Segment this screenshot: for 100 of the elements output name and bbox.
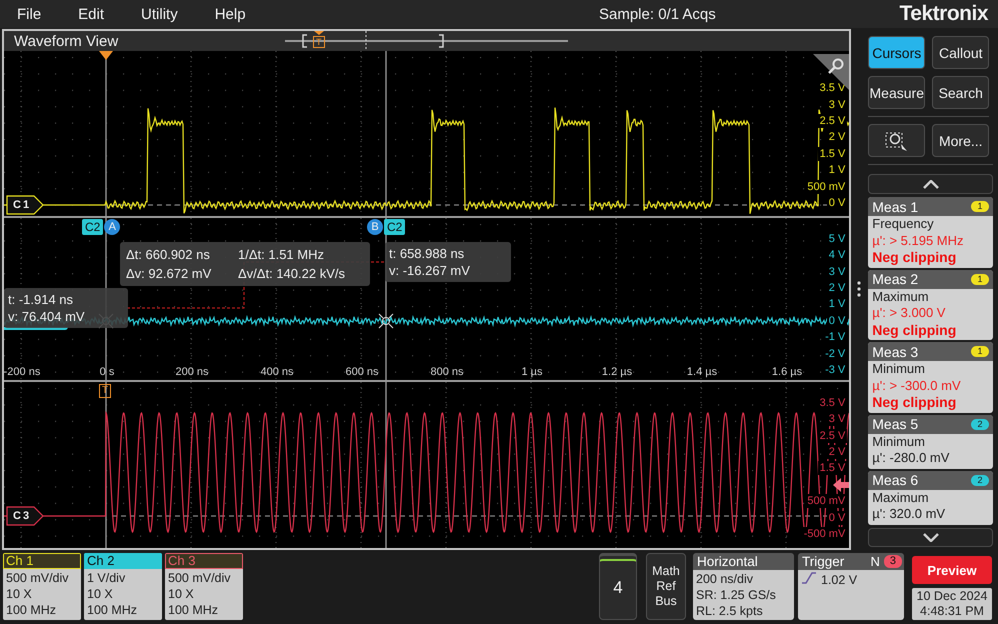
delta-readout: Δt: 660.902 ns bbox=[126, 246, 211, 263]
channel-setting: 10 X bbox=[168, 586, 195, 602]
preview-button[interactable]: Preview bbox=[912, 556, 992, 584]
cursor-source-tag: C2 bbox=[384, 219, 406, 235]
clipping-warning: Neg clipping bbox=[872, 322, 958, 338]
scale-label: 2.5 V bbox=[818, 114, 848, 128]
trigger-source-badge: 3 bbox=[884, 555, 902, 568]
menu-item[interactable]: File bbox=[17, 6, 42, 22]
time-label: -200 ns bbox=[4, 366, 40, 378]
rising-edge-icon bbox=[801, 572, 817, 584]
time-label: 1 µs bbox=[522, 366, 542, 378]
time-label: 200 ns bbox=[175, 366, 209, 378]
scroll-down-button[interactable] bbox=[868, 528, 993, 547]
channel-setting: 100 MHz bbox=[87, 602, 138, 618]
chevron-down-icon bbox=[922, 533, 939, 542]
channel-setting: 10 X bbox=[6, 586, 33, 602]
panel-button[interactable]: Cursors bbox=[868, 36, 926, 69]
view-title: Waveform View bbox=[13, 32, 118, 50]
crosshair-icon bbox=[378, 313, 394, 329]
channel-setting: 1 V/div bbox=[87, 570, 126, 586]
scale-label: 2 V bbox=[826, 445, 848, 459]
arrow-icon[interactable] bbox=[833, 476, 850, 493]
time-label: 800 ns bbox=[430, 366, 464, 378]
channel-header: Ch 1 bbox=[3, 553, 81, 569]
measurement-type: Minimum bbox=[872, 361, 926, 378]
channel-header: Ch 2 bbox=[84, 553, 162, 569]
zoom-select-button[interactable] bbox=[868, 124, 926, 157]
measurement-title: Meas 1 bbox=[872, 198, 918, 214]
measurement-card[interactable]: Meas 3 1 Minimum µ': > -300.0 mV Neg clipping bbox=[868, 342, 993, 412]
measurement-title: Meas 6 bbox=[872, 472, 918, 488]
time-label: 400 ns bbox=[260, 366, 294, 378]
channel-setting: 10 X bbox=[87, 586, 114, 602]
magnifier-icon[interactable] bbox=[813, 54, 850, 90]
measurement-value: µ': -280.0 mV bbox=[872, 450, 950, 466]
measurement-title: Meas 5 bbox=[872, 416, 918, 432]
horizontal-setting: RL: 2.5 kpts bbox=[696, 603, 764, 619]
measurement-title: Meas 2 bbox=[872, 271, 918, 287]
scale-label: 3 V bbox=[826, 412, 848, 426]
scale-label: 1.5 V bbox=[818, 146, 848, 161]
cursor-readout: t: 658.988 ns bbox=[389, 245, 466, 262]
source-badge: 2 bbox=[971, 418, 989, 430]
math-ref-bus-button[interactable]: Math Ref Bus bbox=[646, 553, 686, 620]
time-label: 600 ns bbox=[345, 366, 379, 378]
channel-setting: 500 mV/div bbox=[6, 570, 70, 586]
panel-button[interactable]: Measure bbox=[868, 76, 926, 109]
trigger-mode: N bbox=[870, 553, 880, 570]
channel-setting: 100 MHz bbox=[168, 602, 220, 618]
measurement-card[interactable]: Meas 6 2 Maximum µ': 320.0 mV bbox=[868, 470, 993, 524]
chevron-up-icon bbox=[922, 180, 939, 188]
channel-marker[interactable]: C3 bbox=[6, 506, 44, 526]
time-label: 1.6 µs bbox=[772, 366, 802, 378]
menu-item[interactable]: Edit bbox=[78, 6, 104, 22]
measurement-value: µ': > 3.000 V bbox=[872, 305, 946, 322]
menu-item[interactable]: Utility bbox=[141, 6, 178, 22]
time-label: 0 s bbox=[100, 366, 114, 378]
measurement-type: Maximum bbox=[872, 288, 930, 305]
trigger-title: Trigger bbox=[802, 553, 844, 570]
menu-item[interactable]: Help bbox=[214, 6, 246, 22]
horizontal-title: Horizontal bbox=[693, 553, 794, 570]
channel-header: Ch 3 bbox=[165, 553, 243, 569]
cursor-source-tag: C2 bbox=[82, 219, 104, 235]
source-badge: 1 bbox=[971, 346, 989, 357]
measurement-card[interactable]: Meas 1 1 Frequency µ': > 5.195 MHz Neg clipping bbox=[868, 197, 993, 268]
delta-readout: 1/Δt: 1.51 MHz bbox=[238, 246, 325, 263]
measurement-type: Frequency bbox=[872, 216, 935, 232]
time-label: 1.2 µs bbox=[602, 366, 632, 378]
cursor-readout: t: -1.914 ns bbox=[8, 291, 74, 308]
clipping-warning: Neg clipping bbox=[872, 394, 958, 410]
horizontal-setting: SR: 1.25 GS/s bbox=[696, 587, 777, 603]
panel-button[interactable]: Callout bbox=[932, 36, 990, 69]
date-text: 10 Dec 2024 bbox=[916, 589, 988, 604]
channel-setting: 100 MHz bbox=[6, 602, 58, 618]
scale-label: 2.5 V bbox=[818, 428, 848, 443]
zoom-select-icon bbox=[884, 130, 909, 152]
source-badge: 2 bbox=[971, 474, 989, 486]
panel-button[interactable]: Search bbox=[932, 76, 990, 109]
time-text: 4:48:31 PM bbox=[920, 604, 984, 619]
measurement-value: µ': 320.0 mV bbox=[872, 506, 946, 522]
drag-handle-icon[interactable] bbox=[856, 281, 861, 297]
cursor-readout: v: 76.404 mV bbox=[8, 308, 86, 325]
cursor-readout: v: -16.267 mV bbox=[389, 262, 471, 279]
delta-readout: Δv: 92.672 mV bbox=[126, 265, 212, 282]
brand-logo: Tektronix bbox=[900, 2, 988, 26]
add-channel-button[interactable]: 4 bbox=[599, 553, 637, 620]
measurement-type: Minimum bbox=[872, 434, 926, 450]
measurement-card[interactable]: Meas 2 1 Maximum µ': > 3.000 V Neg clipping bbox=[868, 270, 993, 340]
measurement-title: Meas 3 bbox=[872, 344, 918, 360]
measurement-card[interactable]: Meas 5 2 Minimum µ': -280.0 mV bbox=[868, 414, 993, 468]
trigger-level: 1.02 V bbox=[821, 572, 858, 588]
panel-button[interactable]: More... bbox=[932, 124, 990, 157]
channel-marker[interactable]: C1 bbox=[6, 195, 44, 215]
channel-setting: 500 mV/div bbox=[168, 570, 232, 586]
time-label: 1.4 µs bbox=[686, 366, 718, 378]
scale-label: 500 mV bbox=[805, 180, 848, 194]
measurement-value: µ': > -300.0 mV bbox=[872, 378, 962, 394]
source-badge: 1 bbox=[971, 201, 989, 212]
measurement-type: Maximum bbox=[872, 490, 930, 506]
scale-label: 1.5 V bbox=[818, 461, 848, 476]
source-badge: 1 bbox=[971, 274, 989, 284]
delta-readout: Δv/Δt: 140.22 kV/s bbox=[238, 265, 346, 282]
